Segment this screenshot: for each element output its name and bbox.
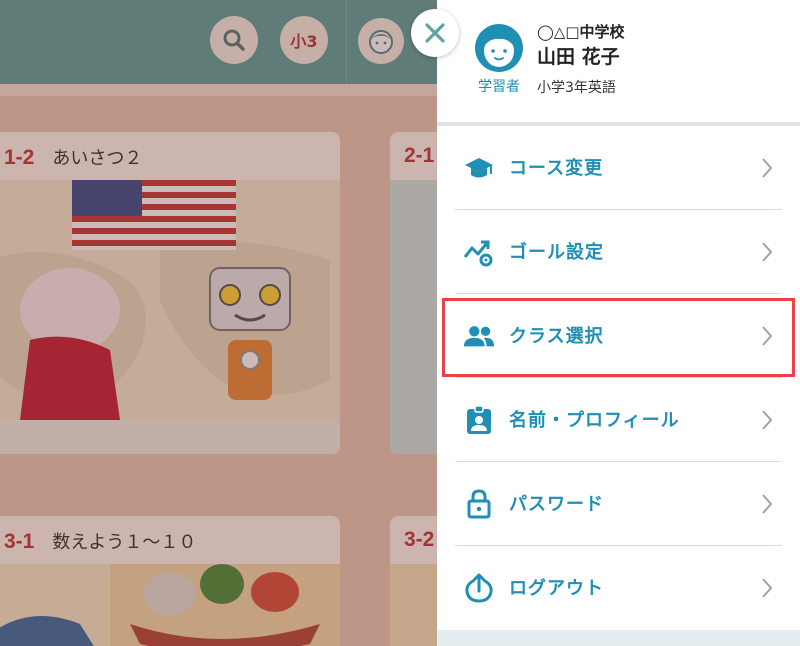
profile-header: 学習者 ◯△□中学校 山田 花子 小学3年英語 — [437, 0, 800, 122]
id-badge-icon — [463, 404, 495, 436]
menu-item-goal-settings[interactable]: ゴール設定 — [437, 210, 800, 294]
learner-avatar-icon — [475, 24, 523, 72]
graduation-cap-icon — [463, 152, 495, 184]
menu-item-change-course[interactable]: コース変更 — [437, 126, 800, 210]
people-icon — [463, 320, 495, 352]
current-course: 小学3年英語 — [537, 80, 616, 96]
menu-item-name-profile[interactable]: 名前・プロフィール — [437, 378, 800, 462]
menu-item-label: コース変更 — [509, 158, 604, 179]
user-role: 学習者 — [478, 79, 520, 95]
drawer-footer — [437, 630, 800, 646]
logout-icon — [463, 572, 495, 604]
user-name: 山田 花子 — [537, 46, 620, 68]
chevron-right-icon — [762, 410, 773, 430]
chevron-right-icon — [762, 326, 773, 346]
menu-item-label: ログアウト — [509, 578, 604, 599]
school-name: ◯△□中学校 — [537, 23, 625, 41]
goal-settings-icon — [463, 236, 495, 268]
menu-item-label: クラス選択 — [509, 326, 604, 347]
drawer-menu: コース変更 ゴール設定 クラス選択 名前・プロフィール パスワード ログアウト — [437, 126, 800, 630]
lock-icon — [463, 488, 495, 520]
chevron-right-icon — [762, 494, 773, 514]
menu-item-password[interactable]: パスワード — [437, 462, 800, 546]
menu-item-label: パスワード — [509, 494, 604, 515]
menu-item-label: 名前・プロフィール — [509, 410, 680, 431]
chevron-right-icon — [762, 578, 773, 598]
chevron-right-icon — [762, 158, 773, 178]
menu-item-class-select[interactable]: クラス選択 — [437, 294, 800, 378]
menu-item-label: ゴール設定 — [509, 242, 604, 263]
chevron-right-icon — [762, 242, 773, 262]
close-drawer-button[interactable] — [411, 9, 459, 57]
menu-item-logout[interactable]: ログアウト — [437, 546, 800, 630]
close-icon — [425, 23, 445, 43]
side-drawer: 学習者 ◯△□中学校 山田 花子 小学3年英語 コース変更 ゴール設定 クラス選… — [437, 0, 800, 646]
